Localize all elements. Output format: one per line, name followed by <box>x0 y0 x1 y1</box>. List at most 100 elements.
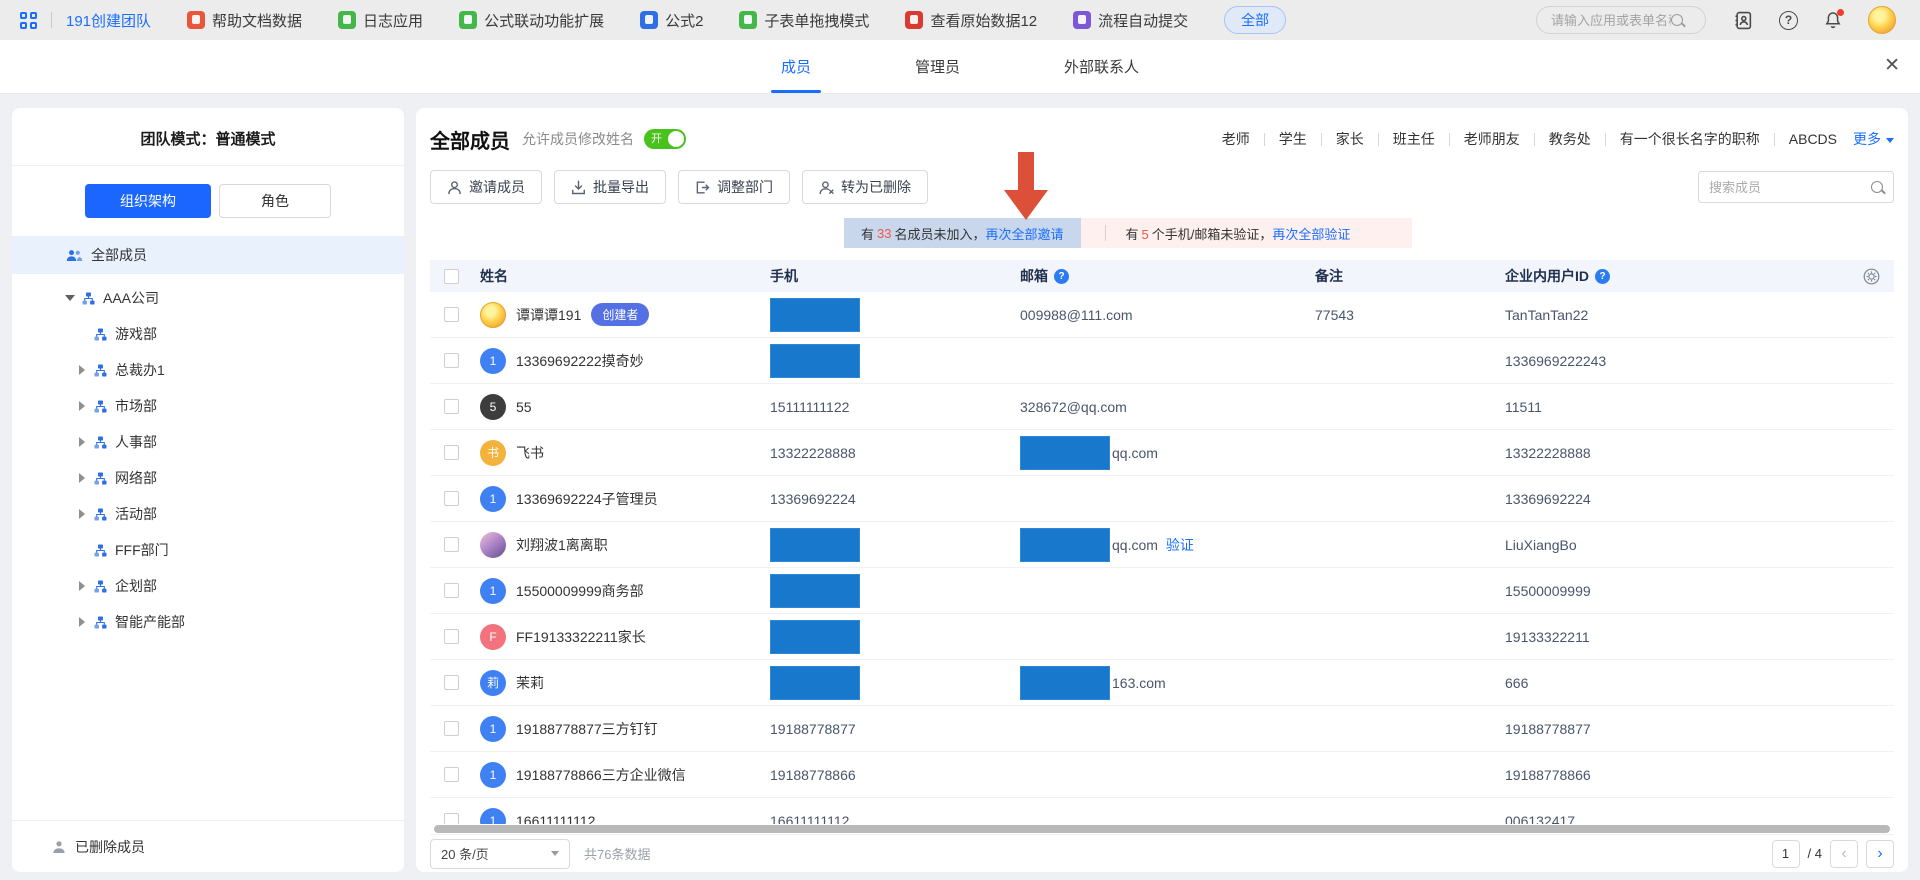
email-suffix: 163.com <box>1112 675 1166 691</box>
person-icon <box>447 180 462 195</box>
row-checkbox[interactable] <box>444 491 459 506</box>
role-tag-ABCDS[interactable]: ABCDS <box>1789 131 1837 147</box>
member-userid: 13369692224 <box>1505 491 1591 507</box>
member-search-input[interactable] <box>1709 180 1859 195</box>
member-note: 77543 <box>1315 307 1354 323</box>
chevron-right-icon[interactable] <box>76 437 88 447</box>
apps-grid-icon[interactable] <box>20 12 37 29</box>
sidebar-item-deleted-members[interactable]: 已删除成员 <box>12 820 404 872</box>
role-button[interactable]: 角色 <box>219 184 331 218</box>
member-tabbar: 成员 管理员 外部联系人 ✕ <box>0 40 1920 94</box>
app-search-input[interactable] <box>1551 13 1671 28</box>
sidebar-item-company-root[interactable]: AAA公司 <box>12 280 404 316</box>
sidebar-item-label: 活动部 <box>115 504 157 524</box>
row-checkbox[interactable] <box>444 537 459 552</box>
row-checkbox[interactable] <box>444 813 459 824</box>
invite-member-button[interactable]: 邀请成员 <box>430 170 542 204</box>
more-tags-link[interactable]: 更多 <box>1853 129 1894 149</box>
chevron-down-icon[interactable] <box>64 295 76 301</box>
tab-成员[interactable]: 成员 <box>777 40 815 93</box>
email-help-icon[interactable]: ? <box>1054 269 1069 284</box>
chevron-right-icon[interactable] <box>76 365 88 375</box>
user-avatar[interactable] <box>1868 6 1896 34</box>
sidebar-item-department[interactable]: 网络部 <box>12 460 404 496</box>
pinned-app-item[interactable]: 子表单拖拽模式 <box>739 10 869 31</box>
pinned-app-item[interactable]: 查看原始数据12 <box>905 10 1037 31</box>
sidebar-item-department[interactable]: 智能产能部 <box>12 604 404 640</box>
all-apps-pill[interactable]: 全部 <box>1224 6 1286 34</box>
table-row: 115500009999商务部15500009999 <box>430 568 1894 614</box>
move-to-deleted-button[interactable]: 转为已删除 <box>802 170 928 204</box>
sidebar-item-label: 市场部 <box>115 396 157 416</box>
row-checkbox[interactable] <box>444 445 459 460</box>
sidebar-item-department[interactable]: 企划部 <box>12 568 404 604</box>
sidebar-item-department[interactable]: 人事部 <box>12 424 404 460</box>
role-tag-班主任[interactable]: 班主任 <box>1393 129 1435 149</box>
column-settings-gear-icon[interactable] <box>1863 268 1880 285</box>
chevron-right-icon[interactable] <box>76 509 88 519</box>
pinned-app-item[interactable]: 流程自动提交 <box>1073 10 1188 31</box>
pinned-app-item[interactable]: 帮助文档数据 <box>187 10 302 31</box>
allow-rename-toggle[interactable]: 开 <box>644 129 686 149</box>
sidebar-item-department[interactable]: FFF部门 <box>12 532 404 568</box>
help-icon[interactable]: ? <box>1779 11 1798 30</box>
reinvite-all-link[interactable]: 再次全部邀请 <box>986 224 1064 243</box>
app-search-box[interactable] <box>1536 6 1706 34</box>
role-tag-有一个很长名字的职称[interactable]: 有一个很长名字的职称 <box>1620 129 1760 149</box>
verify-email-link[interactable]: 验证 <box>1166 535 1194 555</box>
pinned-app-item[interactable]: 日志应用 <box>338 10 423 31</box>
annotation-arrow-icon <box>1004 152 1048 222</box>
avatar: 1 <box>480 808 506 825</box>
adjust-department-button[interactable]: 调整部门 <box>678 170 790 204</box>
team-name-link[interactable]: 191创建团队 <box>66 10 151 31</box>
row-checkbox[interactable] <box>444 399 459 414</box>
member-email: 009988@111.com <box>1020 307 1133 323</box>
next-page-button[interactable]: › <box>1866 840 1894 868</box>
sidebar-item-department[interactable]: 总裁办1 <box>12 352 404 388</box>
tab-管理员[interactable]: 管理员 <box>911 40 964 93</box>
row-checkbox[interactable] <box>444 721 459 736</box>
row-checkbox[interactable] <box>444 353 459 368</box>
reverify-all-link[interactable]: 再次全部验证 <box>1272 227 1350 242</box>
role-tag-教务处[interactable]: 教务处 <box>1549 129 1591 149</box>
role-tag-学生[interactable]: 学生 <box>1279 129 1307 149</box>
row-checkbox[interactable] <box>444 675 459 690</box>
chevron-right-icon[interactable] <box>76 617 88 627</box>
contacts-icon[interactable] <box>1734 11 1753 30</box>
notifications-bell-icon[interactable] <box>1824 11 1842 30</box>
table-header: 姓名 手机 邮箱? 备注 企业内用户ID? <box>430 260 1894 292</box>
chevron-right-icon[interactable] <box>76 581 88 591</box>
sidebar-item-department[interactable]: 活动部 <box>12 496 404 532</box>
members-icon <box>66 249 83 262</box>
pinned-app-item[interactable]: 公式2 <box>640 10 703 31</box>
scrollbar-thumb[interactable] <box>434 825 1890 833</box>
members-panel: 全部成员 允许成员修改姓名 开 老师学生家长班主任老师朋友教务处有一个很长名字的… <box>416 108 1908 872</box>
search-icon <box>1671 14 1683 26</box>
close-icon[interactable]: ✕ <box>1884 56 1900 75</box>
current-page-box[interactable]: 1 <box>1772 840 1800 868</box>
page-size-select[interactable]: 20 条/页 <box>430 839 570 869</box>
org-structure-button[interactable]: 组织架构 <box>85 184 211 218</box>
sidebar-item-label: FFF部门 <box>115 540 169 560</box>
notice-text: 有 <box>1126 227 1139 242</box>
role-tag-老师朋友[interactable]: 老师朋友 <box>1464 129 1520 149</box>
pinned-app-item[interactable]: 公式联动功能扩展 <box>459 10 604 31</box>
row-checkbox[interactable] <box>444 629 459 644</box>
member-search-box[interactable] <box>1698 171 1894 203</box>
sidebar-item-department[interactable]: 游戏部 <box>12 316 404 352</box>
select-all-checkbox[interactable] <box>444 269 459 284</box>
sidebar-item-department[interactable]: 市场部 <box>12 388 404 424</box>
tab-外部联系人[interactable]: 外部联系人 <box>1060 40 1143 93</box>
avatar: F <box>480 624 506 650</box>
chevron-right-icon[interactable] <box>76 401 88 411</box>
row-checkbox[interactable] <box>444 307 459 322</box>
row-checkbox[interactable] <box>444 767 459 782</box>
userid-help-icon[interactable]: ? <box>1595 269 1610 284</box>
role-tag-家长[interactable]: 家长 <box>1336 129 1364 149</box>
sidebar-item-all-members[interactable]: 全部成员 <box>12 236 404 274</box>
role-tag-老师[interactable]: 老师 <box>1222 129 1250 149</box>
row-checkbox[interactable] <box>444 583 459 598</box>
prev-page-button[interactable]: ‹ <box>1830 840 1858 868</box>
batch-export-button[interactable]: 批量导出 <box>554 170 666 204</box>
chevron-right-icon[interactable] <box>76 473 88 483</box>
